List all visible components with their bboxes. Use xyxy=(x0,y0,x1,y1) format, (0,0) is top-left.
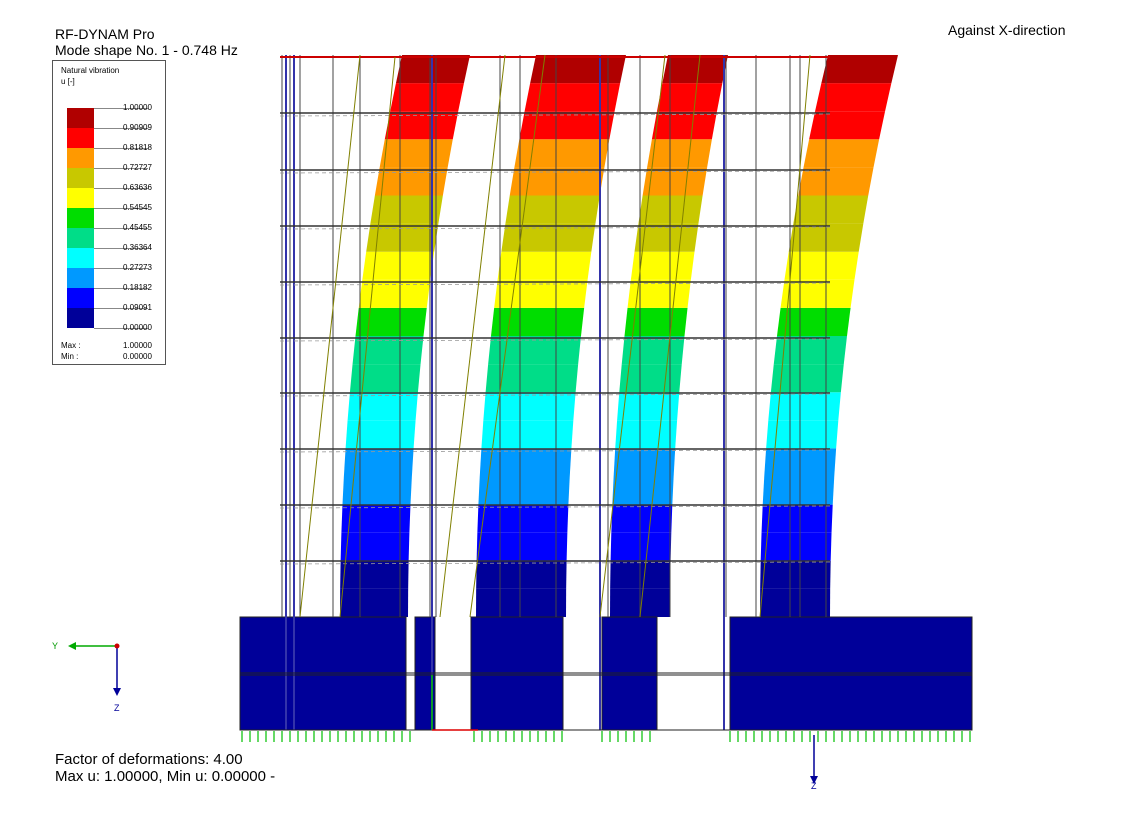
wall-result-band xyxy=(345,420,416,449)
wall-result-band xyxy=(610,532,672,561)
wall-result-band xyxy=(476,588,567,617)
wall-result-band xyxy=(479,448,572,477)
wall-result-band xyxy=(815,83,892,112)
wall-result-band xyxy=(340,588,409,617)
wall-result-band xyxy=(390,83,464,112)
wall-result-band xyxy=(656,83,723,112)
z-axis-label: Z xyxy=(114,703,120,713)
wall-result-band xyxy=(612,476,674,505)
wall-result-band xyxy=(821,55,898,84)
wall-result-band xyxy=(803,139,880,168)
deformation-factor: Factor of deformations: 4.00 xyxy=(55,751,243,768)
wall-result-band xyxy=(349,364,421,393)
wall-result-band xyxy=(347,392,418,421)
wall-result-band xyxy=(760,560,831,589)
wall-result-band xyxy=(762,476,835,505)
wall-result-band xyxy=(793,195,869,224)
wall-result-band xyxy=(611,504,673,533)
wall-result-band xyxy=(374,167,448,196)
wall-result-band xyxy=(761,504,833,533)
wall-result-band xyxy=(491,307,585,336)
wall-result-band xyxy=(647,139,712,168)
wall-result-band xyxy=(780,279,855,308)
wall-result-band xyxy=(809,111,886,140)
wall-result-band xyxy=(784,251,859,280)
wall-result-band xyxy=(497,251,592,280)
triad-z-arrow xyxy=(113,688,121,696)
displacement-range: Max u: 1.00000, Min u: 0.00000 - xyxy=(55,768,276,785)
wall-result-band xyxy=(651,111,717,140)
wall-result-band xyxy=(476,560,567,589)
wall-result-band xyxy=(477,504,569,533)
wall-result-band xyxy=(358,279,431,308)
wall-result-band xyxy=(340,532,410,561)
structure-model-viewport[interactable] xyxy=(0,0,1121,827)
wall-result-band xyxy=(340,560,409,589)
global-z-axis-label: Z xyxy=(811,781,817,791)
wall-result-band xyxy=(355,307,427,336)
wall-result-band xyxy=(760,532,832,561)
wall-result-band xyxy=(485,364,579,393)
y-axis-label: Y xyxy=(52,641,59,651)
wall-result-band xyxy=(662,55,728,84)
wall-result-band xyxy=(514,139,610,168)
wall-result-band xyxy=(613,448,676,477)
wall-result-band xyxy=(476,532,568,561)
triad-origin xyxy=(114,643,120,649)
wall-result-band xyxy=(760,588,831,617)
wall-result-band xyxy=(379,139,453,168)
wall-result-band xyxy=(798,167,874,196)
triad-y-arrow xyxy=(68,642,76,650)
wall-result-band xyxy=(777,307,851,336)
wall-result-band xyxy=(615,420,678,449)
